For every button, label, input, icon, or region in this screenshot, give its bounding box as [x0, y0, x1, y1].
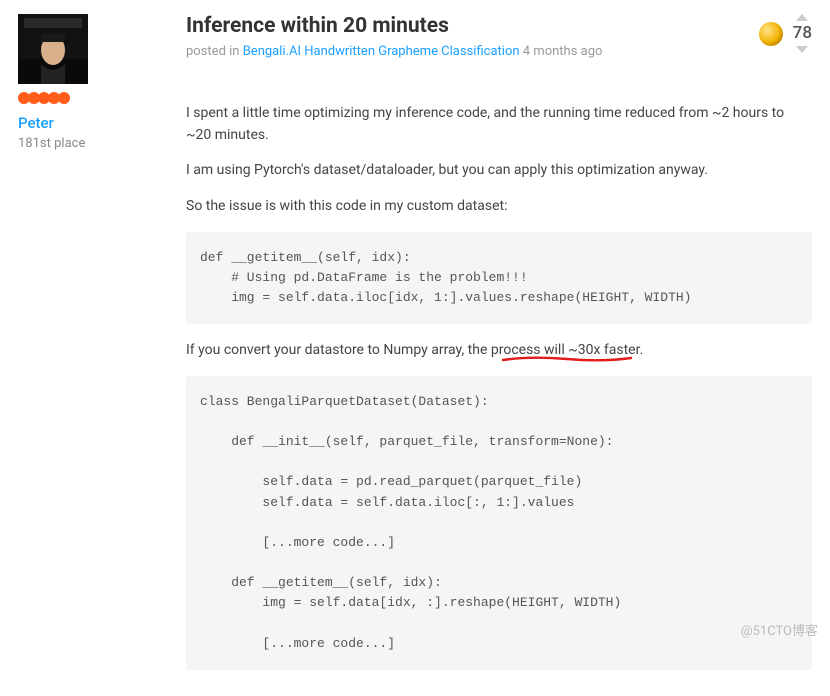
post-main: Inference within 20 minutes posted in Be… [186, 14, 812, 686]
author-place: 181st place [18, 136, 85, 151]
upvote-button[interactable] [796, 14, 808, 21]
time-ago: 4 months ago [520, 44, 603, 59]
avatar[interactable] [18, 14, 88, 84]
author-name-link[interactable]: Peter [18, 114, 54, 132]
downvote-button[interactable] [796, 46, 808, 53]
rank-dots [18, 92, 68, 104]
author-sidebar: Peter 181st place [18, 14, 168, 686]
paragraph: If you convert your datastore to Numpy a… [186, 340, 812, 362]
post-meta: posted in Bengali.AI Handwritten Graphem… [186, 44, 747, 59]
vote-count: 78 [793, 25, 812, 42]
posted-in-label: posted in [186, 44, 243, 59]
code-block: def __getitem__(self, idx): # Using pd.D… [186, 232, 812, 324]
paragraph: I spent a little time optimizing my infe… [186, 103, 812, 146]
post-body: I spent a little time optimizing my infe… [186, 103, 812, 670]
code-block: class BengaliParquetDataset(Dataset): de… [186, 376, 812, 670]
paragraph: So the issue is with this code in my cus… [186, 196, 812, 218]
watermark: @51CTO博客 [741, 620, 818, 639]
competition-link[interactable]: Bengali.AI Handwritten Grapheme Classifi… [243, 44, 520, 59]
post-title: Inference within 20 minutes [186, 14, 747, 38]
gold-medal-icon [759, 22, 783, 46]
vote-area: 78 [759, 14, 812, 53]
paragraph: I am using Pytorch's dataset/dataloader,… [186, 160, 812, 182]
